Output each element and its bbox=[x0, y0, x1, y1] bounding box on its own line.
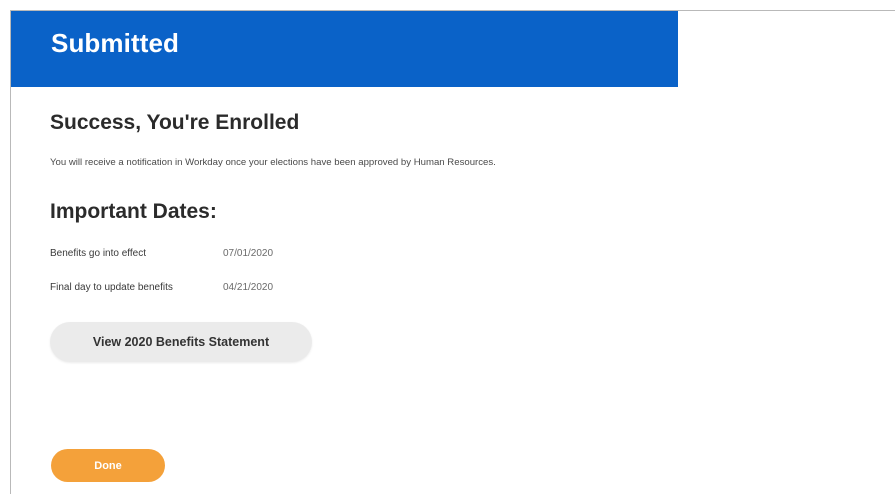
view-benefits-statement-button[interactable]: View 2020 Benefits Statement bbox=[50, 322, 312, 362]
success-heading: Success, You're Enrolled bbox=[50, 111, 300, 134]
done-button[interactable]: Done bbox=[51, 449, 165, 482]
important-dates-heading: Important Dates: bbox=[50, 200, 217, 223]
date-label: Benefits go into effect bbox=[50, 248, 146, 259]
date-label: Final day to update benefits bbox=[50, 282, 173, 293]
date-row-effective: Benefits go into effect 07/01/2020 bbox=[50, 248, 273, 259]
notification-message: You will receive a notification in Workd… bbox=[50, 157, 496, 168]
date-value: 04/21/2020 bbox=[223, 282, 274, 293]
date-row-final-day: Final day to update benefits 04/21/2020 bbox=[50, 282, 273, 293]
page-title: Submitted bbox=[51, 28, 180, 58]
submitted-header: Submitted bbox=[11, 11, 678, 87]
date-value: 07/01/2020 bbox=[223, 248, 274, 259]
page-frame: Submitted Success, You're Enrolled You w… bbox=[0, 0, 895, 494]
